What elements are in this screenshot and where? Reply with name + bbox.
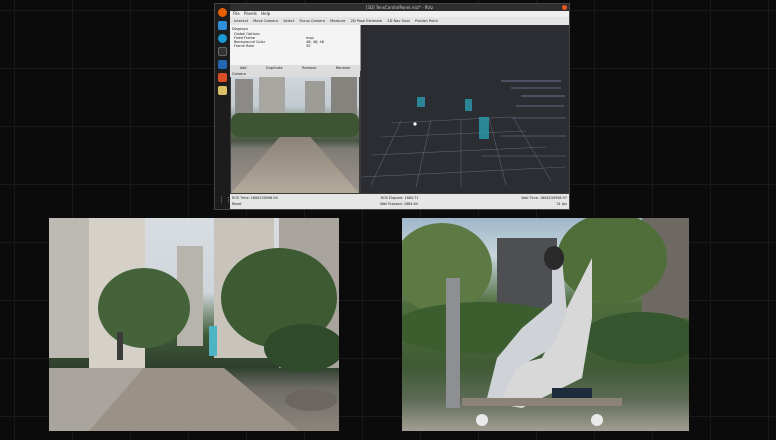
ground-grid (361, 116, 567, 188)
tool-2d-pose[interactable]: 2D Pose Estimate (351, 17, 383, 25)
firefox-icon[interactable] (218, 8, 227, 17)
displays-header: Displays (232, 26, 248, 31)
3d-viewport[interactable] (361, 25, 569, 193)
person-head (544, 246, 564, 270)
building (49, 218, 89, 358)
obstacle-box (479, 117, 489, 139)
hedge (582, 312, 689, 364)
window-title: [3D] TenxControlPanel.rviz* - RViz (365, 5, 434, 10)
road (231, 137, 359, 193)
garden-photo (402, 218, 689, 431)
ros-time: ROS Time: 1684230998.94 (232, 196, 278, 200)
close-icon[interactable] (562, 5, 567, 10)
menu-help[interactable]: Help (261, 11, 270, 16)
tree (98, 268, 190, 348)
display-row-label: Frame Rate (234, 44, 255, 48)
archive-icon[interactable] (218, 86, 227, 95)
menu-file[interactable]: File (233, 11, 240, 16)
wall-elapsed: Wall Elapsed: 1684.64 (380, 202, 418, 206)
rock (285, 389, 337, 411)
ros-elapsed: ROS Elapsed: 1684.71 (380, 196, 419, 200)
3d-scene (361, 80, 567, 188)
street-scene (49, 218, 339, 431)
person (117, 332, 123, 360)
dock: ⋮⋮ (215, 4, 232, 209)
garden-scene (402, 218, 689, 426)
tool-move-camera[interactable]: Move Camera (253, 17, 278, 25)
tool-interact[interactable]: Interact (234, 17, 248, 25)
apps-grid-icon[interactable]: ⋮⋮ (218, 196, 232, 205)
displays-panel: Displays Global Options Fixed Frame map B… (230, 25, 361, 71)
tool-measure[interactable]: Measure (330, 17, 345, 25)
street-photo (49, 218, 339, 431)
obstacle-box (417, 97, 425, 107)
desktop-screenshot: ⋮⋮ [3D] TenxControlPanel.rviz* - RViz Fi… (214, 3, 570, 210)
settings-icon[interactable] (218, 34, 227, 43)
wall-time: Wall Time: 1684230998.97 (521, 196, 567, 200)
tree (231, 113, 359, 137)
reset-button[interactable]: Reset (232, 202, 241, 206)
robot-base (462, 398, 622, 406)
status-bar: ROS Time: 1684230998.94 ROS Elapsed: 168… (230, 194, 569, 209)
terminal-icon[interactable] (218, 47, 227, 56)
robot-marker (413, 122, 417, 126)
wheel (591, 414, 603, 426)
display-row[interactable]: Frame Rate 30 (230, 44, 360, 48)
pole (446, 278, 460, 408)
tool-select[interactable]: Select (283, 17, 294, 25)
camera-feed (231, 77, 359, 193)
menu-panels[interactable]: Panels (244, 11, 257, 16)
point-cloud (481, 80, 566, 157)
tool-focus-camera[interactable]: Focus Camera (299, 17, 325, 25)
fps-readout: 31 fps (556, 202, 567, 206)
title-bar: [3D] TenxControlPanel.rviz* - RViz (230, 4, 569, 11)
wheel (476, 414, 488, 426)
obstacle-box (465, 99, 472, 111)
rviz-icon[interactable] (218, 60, 227, 69)
files-icon[interactable] (218, 21, 227, 30)
text-editor-icon[interactable] (218, 73, 227, 82)
display-row-value: 30 (306, 44, 311, 48)
person (209, 326, 217, 356)
tool-publish-point[interactable]: Publish Point (415, 17, 438, 25)
tool-2d-nav-goal[interactable]: 2D Nav Goal (387, 17, 410, 25)
rviz-window: [3D] TenxControlPanel.rviz* - RViz File … (230, 4, 569, 209)
